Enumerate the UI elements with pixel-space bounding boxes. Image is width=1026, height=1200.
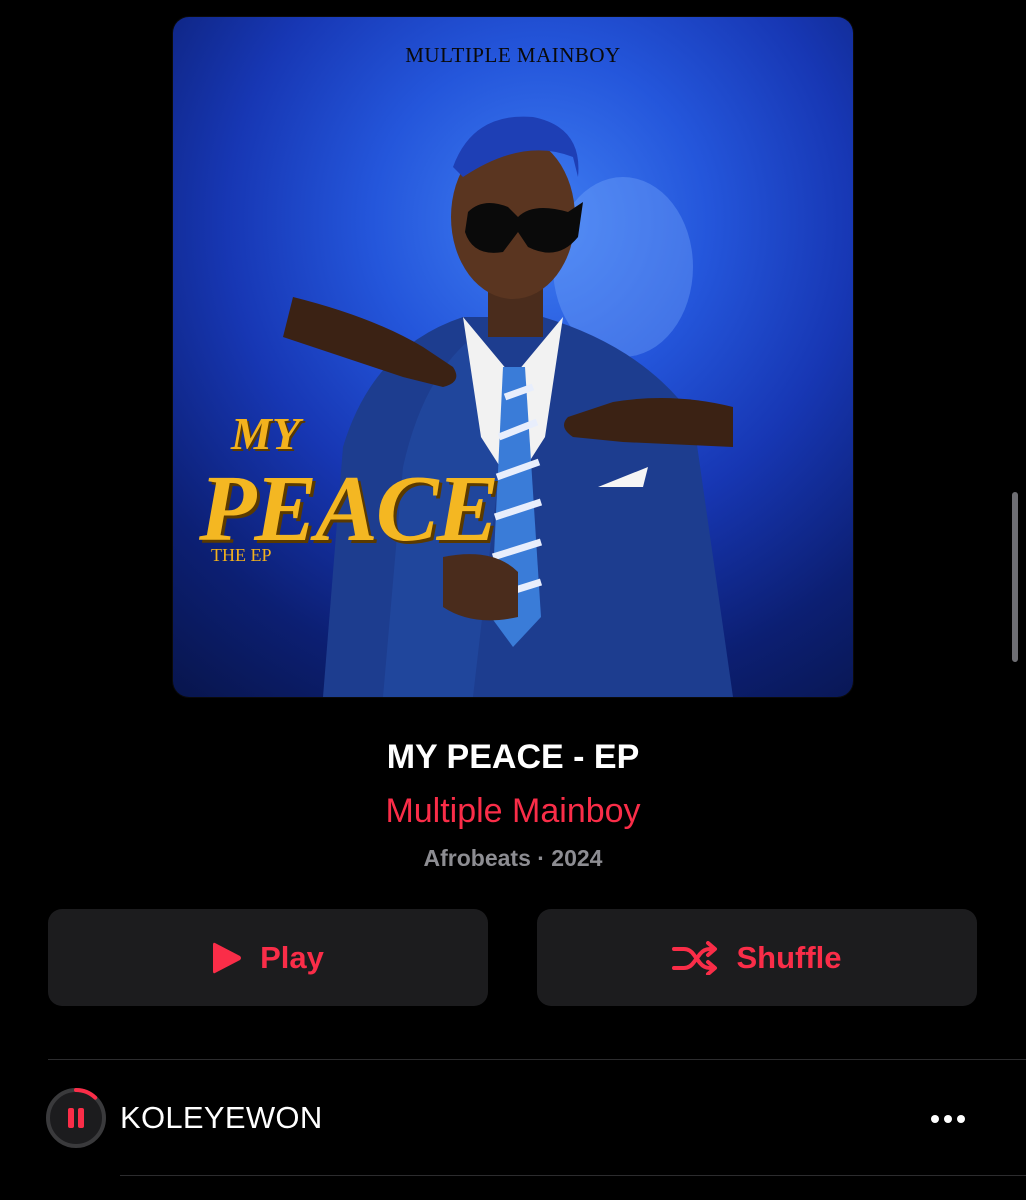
artwork-artist-text: MULTIPLE MAINBOY — [405, 43, 621, 67]
pause-icon — [46, 1088, 106, 1148]
album-page: MULTIPLE MAINBOY MY PEACE THE EP MY PEAC… — [0, 0, 1026, 1200]
album-artist-link[interactable]: Multiple Mainboy — [0, 792, 1026, 831]
play-icon — [212, 941, 242, 975]
track-list-divider — [120, 1175, 1026, 1176]
play-button-label: Play — [260, 939, 324, 975]
shuffle-icon — [672, 940, 718, 975]
album-artwork[interactable]: MULTIPLE MAINBOY MY PEACE THE EP — [173, 17, 853, 697]
track-row[interactable]: KOLEYEWON — [44, 1085, 984, 1151]
track-more-button[interactable] — [922, 1099, 974, 1139]
play-button[interactable]: Play — [48, 909, 488, 1006]
artwork-title-sub: THE EP — [211, 545, 272, 565]
scroll-indicator[interactable] — [1012, 492, 1018, 662]
track-list-divider-top — [48, 1059, 1026, 1060]
artwork-title-my: MY — [231, 408, 300, 459]
album-meta: Afrobeats · 2024 — [423, 845, 603, 871]
shuffle-button[interactable]: Shuffle — [537, 909, 977, 1006]
now-playing-indicator[interactable] — [44, 1086, 108, 1150]
album-title: MY PEACE - EP — [386, 738, 640, 776]
track-title: KOLEYEWON — [120, 1100, 323, 1135]
artwork-illustration — [283, 116, 733, 697]
shuffle-button-label: Shuffle — [736, 939, 842, 975]
ellipsis-icon — [931, 1115, 965, 1123]
